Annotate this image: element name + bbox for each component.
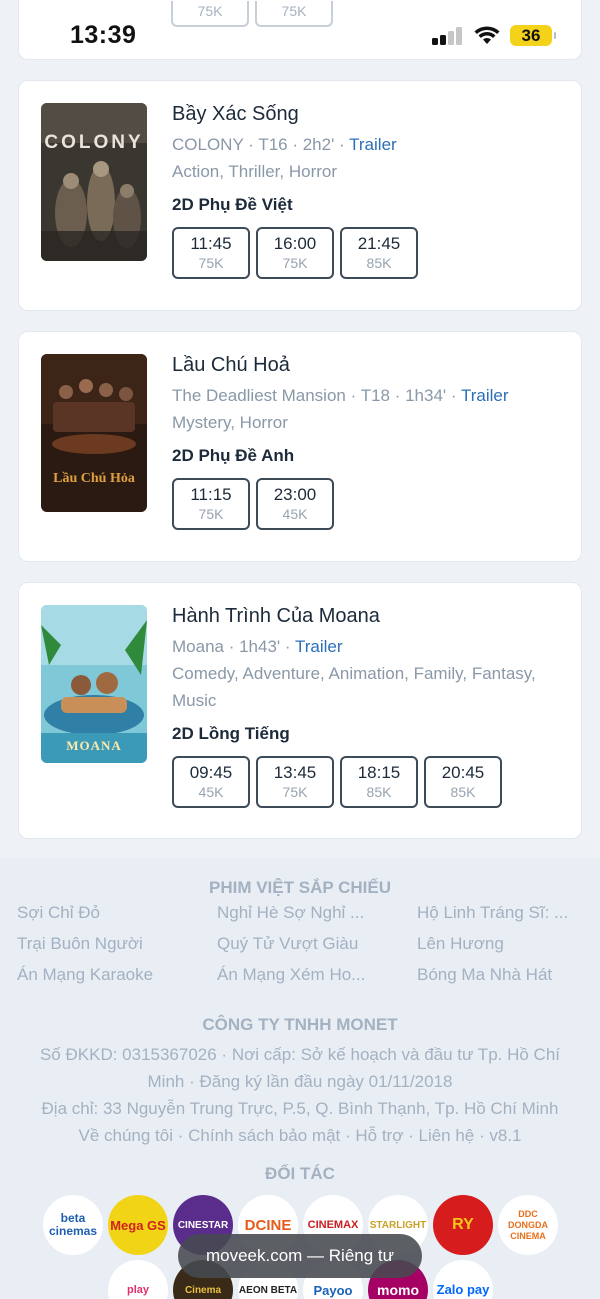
upcoming-movie-link[interactable]: Án Mạng Xém Ho... bbox=[217, 964, 417, 986]
about-link[interactable]: Về chúng tôi bbox=[78, 1126, 173, 1145]
partners-section-title: ĐỐI TÁC bbox=[265, 1164, 335, 1183]
movie-card: MOANA Hành Trình Của Moana Moana · 1h43'… bbox=[18, 582, 582, 839]
showtime-list: 11:15 75K 23:00 45K bbox=[172, 478, 563, 530]
partner-logo[interactable]: beta cinemas bbox=[43, 1195, 103, 1255]
showtime-button[interactable]: 11:15 75K bbox=[172, 478, 250, 530]
movie-title[interactable]: Lầu Chú Hoả bbox=[172, 352, 563, 378]
poster-title: COLONY bbox=[44, 132, 143, 153]
movie-genres: Mystery, Horror bbox=[172, 413, 288, 432]
movie-card: Lầu Chú Hỏa Lầu Chú Hoả The Deadliest Ma… bbox=[18, 331, 582, 562]
browser-url-pill[interactable]: moveek.com — Riêng tư bbox=[178, 1234, 422, 1278]
partner-logo[interactable]: DDC DONGDA CINEMA bbox=[498, 1195, 558, 1255]
cellular-signal-icon bbox=[432, 27, 464, 45]
support-link[interactable]: Hỗ trợ bbox=[355, 1126, 403, 1145]
upcoming-movie-link[interactable]: Hộ Linh Tráng Sĩ: ... bbox=[417, 902, 597, 924]
screening-format: 2D Lồng Tiếng bbox=[172, 724, 290, 743]
upcoming-movie-link[interactable]: Sợi Chỉ Đỏ bbox=[17, 902, 217, 924]
showtime-button[interactable]: 21:45 85K bbox=[340, 227, 418, 279]
movie-title[interactable]: Hành Trình Của Moana bbox=[172, 603, 563, 629]
partner-logo[interactable]: Zalo pay bbox=[433, 1260, 493, 1299]
showtime-button[interactable]: 13:45 75K bbox=[256, 756, 334, 808]
movie-meta: Moana · 1h43' · Trailer bbox=[172, 637, 343, 656]
footer-links: Về chúng tôi · Chính sách bảo mật · Hỗ t… bbox=[78, 1126, 522, 1145]
duration: 1h43' bbox=[239, 637, 281, 656]
movie-poster[interactable]: MOANA bbox=[41, 605, 147, 763]
version-label: v8.1 bbox=[489, 1126, 522, 1145]
movie-poster[interactable]: Lầu Chú Hỏa bbox=[41, 354, 147, 512]
upcoming-movie-link[interactable]: Nghỉ Hè Sợ Nghỉ ... bbox=[217, 902, 417, 924]
site-footer: PHIM VIỆT SẮP CHIẾU Sợi Chỉ Đỏ Nghỉ Hè S… bbox=[0, 858, 600, 1299]
status-bar: 13:39 36 bbox=[0, 0, 600, 64]
partner-logo[interactable]: RY bbox=[433, 1195, 493, 1255]
upcoming-movie-list: Sợi Chỉ Đỏ Nghỉ Hè Sợ Nghỉ ... Hộ Linh T… bbox=[17, 902, 597, 986]
age-rating: T18 bbox=[360, 386, 390, 405]
contact-link[interactable]: Liên hệ bbox=[418, 1126, 474, 1145]
original-title: Moana bbox=[172, 637, 224, 656]
age-rating: T16 bbox=[258, 135, 288, 154]
company-name: CÔNG TY TNHH MONET bbox=[202, 1015, 398, 1034]
battery-icon: 36 bbox=[510, 25, 556, 46]
poster-title: Lầu Chú Hỏa bbox=[53, 471, 135, 486]
movie-card: COLONY Bầy Xác Sống COLONY · T16 · 2h2' … bbox=[18, 80, 582, 311]
original-title: COLONY bbox=[172, 135, 244, 154]
upcoming-movie-link[interactable]: Trại Buôn Người bbox=[17, 933, 217, 955]
movie-poster[interactable]: COLONY bbox=[41, 103, 147, 261]
showtime-list: 11:45 75K 16:00 75K 21:45 85K bbox=[172, 227, 563, 279]
showtime-list: 09:45 45K 13:45 75K 18:15 85K 20:45 85K bbox=[172, 756, 563, 808]
showtime-button[interactable]: 18:15 85K bbox=[340, 756, 418, 808]
partner-logo[interactable]: play bbox=[108, 1260, 168, 1299]
upcoming-movie-link[interactable]: Quý Tử Vượt Giàu bbox=[217, 933, 417, 955]
movie-genres: Action, Thriller, Horror bbox=[172, 162, 338, 181]
showtime-button[interactable]: 09:45 45K bbox=[172, 756, 250, 808]
duration: 1h34' bbox=[405, 386, 447, 405]
upcoming-movie-link[interactable]: Án Mạng Karaoke bbox=[17, 964, 217, 986]
upcoming-movie-link[interactable]: Bóng Ma Nhà Hát bbox=[417, 964, 597, 986]
company-info: Số ĐKKD: 0315367026 · Nơi cấp: Sở kế hoạ… bbox=[20, 1041, 580, 1149]
movie-meta: COLONY · T16 · 2h2' · Trailer bbox=[172, 135, 397, 154]
showtime-button[interactable]: 16:00 75K bbox=[256, 227, 334, 279]
screening-format: 2D Phụ Đề Việt bbox=[172, 195, 293, 214]
privacy-link[interactable]: Chính sách bảo mật bbox=[188, 1126, 340, 1145]
poster-title: MOANA bbox=[66, 738, 122, 753]
trailer-link[interactable]: Trailer bbox=[461, 386, 509, 405]
screening-format: 2D Phụ Đề Anh bbox=[172, 446, 295, 465]
business-registration: Số ĐKKD: 0315367026 · Nơi cấp: Sở kế hoạ… bbox=[39, 1045, 561, 1091]
duration: 2h2' bbox=[302, 135, 335, 154]
upcoming-section-title: PHIM VIỆT SẮP CHIẾU bbox=[209, 878, 391, 897]
showtime-button[interactable]: 11:45 75K bbox=[172, 227, 250, 279]
original-title: The Deadliest Mansion bbox=[172, 386, 346, 405]
upcoming-movie-link[interactable]: Lên Hương bbox=[417, 933, 597, 955]
company-address: Địa chỉ: 33 Nguyễn Trung Trực, P.5, Q. B… bbox=[41, 1099, 559, 1118]
partner-logo[interactable]: Mega GS bbox=[108, 1195, 168, 1255]
wifi-icon bbox=[474, 26, 500, 44]
status-time: 13:39 bbox=[70, 21, 137, 49]
trailer-link[interactable]: Trailer bbox=[349, 135, 397, 154]
showtime-button[interactable]: 23:00 45K bbox=[256, 478, 334, 530]
showtime-button[interactable]: 20:45 85K bbox=[424, 756, 502, 808]
movie-genres: Comedy, Adventure, Animation, Family, Fa… bbox=[172, 664, 536, 710]
movie-meta: The Deadliest Mansion · T18 · 1h34' · Tr… bbox=[172, 386, 509, 405]
trailer-link[interactable]: Trailer bbox=[295, 637, 343, 656]
movie-title[interactable]: Bầy Xác Sống bbox=[172, 101, 563, 127]
